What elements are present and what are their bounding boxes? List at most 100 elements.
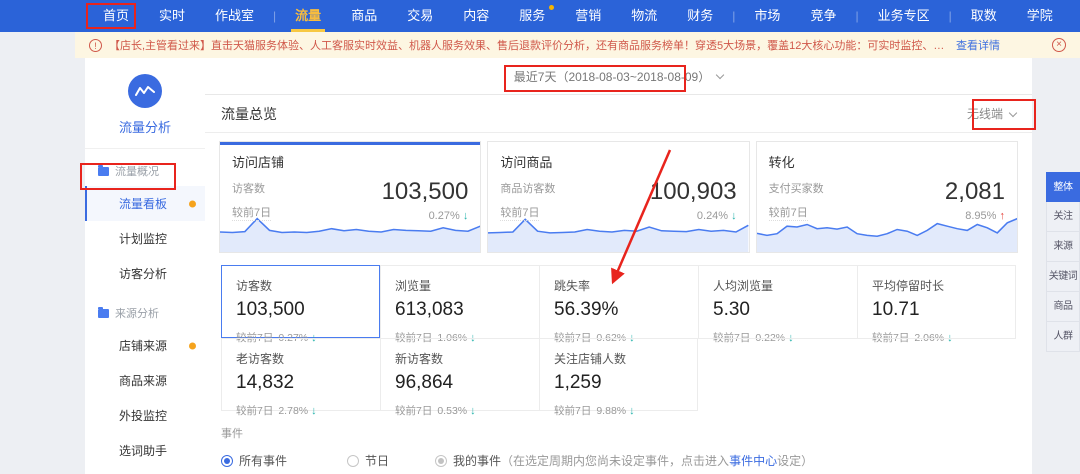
trend-arrow-icon: ↓ <box>311 405 317 417</box>
orange-dot-icon <box>189 200 196 207</box>
sidebar-group-path: 路径分析 店内路径 流量去向 <box>85 468 205 474</box>
nav-item-market[interactable]: 市场 <box>739 0 795 32</box>
nav-divider: | <box>732 9 736 23</box>
notice-detail-link[interactable]: 查看详情 <box>956 37 1000 53</box>
panel-header: 流量总览 无线端 <box>205 95 1032 133</box>
metric-label: 商品访客数 <box>500 183 556 195</box>
tab-audience[interactable]: 人群 <box>1046 322 1080 352</box>
terminal-selector[interactable]: 无线端 <box>967 105 1018 122</box>
metric-cell-avg-stay-time[interactable]: 平均停留时长 10.71 较前7日 2.06% ↓ <box>857 265 1016 344</box>
notice-text: 【店长,主管看过来】直击天猫服务体验、人工客服实时效益、机器人服务效果、售后退款… <box>109 40 949 52</box>
metric-value: 2,081 <box>944 178 1005 205</box>
compare-label: 较前7日 <box>768 204 808 221</box>
info-icon <box>89 38 102 52</box>
sidebar-title: 流量分析 <box>118 120 171 135</box>
sidebar-item-plan-monitor[interactable]: 计划监控 <box>85 221 205 256</box>
trend-arrow-icon: ↓ <box>462 210 469 222</box>
nav-item-data-fetch[interactable]: 取数 <box>956 0 1012 32</box>
sidebar-item-traffic-dashboard[interactable]: 流量看板 <box>85 186 205 221</box>
card-title: 访问店铺 <box>232 155 285 170</box>
compare-label: 较前7日 <box>232 204 272 221</box>
tab-overall[interactable]: 整体 <box>1046 172 1080 202</box>
nav-item-finance[interactable]: 财务 <box>672 0 728 32</box>
metrics-grid: 访客数 103,500 较前7日 0.27% ↓ 浏览量 613,083 较前7日 1.0… <box>221 265 1016 417</box>
metric-value: 100,903 <box>649 178 737 205</box>
radio-unselected-icon <box>347 454 360 467</box>
nav-item-realtime[interactable]: 实时 <box>144 0 200 32</box>
trend-arrow-icon: ↓ <box>629 405 635 417</box>
nav-item-competition[interactable]: 竞争 <box>795 0 851 32</box>
card-title: 转化 <box>768 155 795 170</box>
overview-card-visit-goods[interactable]: 访问商品 商品访客数 较前7日 100,903 0.24% ↓ <box>487 141 750 253</box>
overview-card-conversion[interactable]: 转化 支付买家数 较前7日 2,081 8.95% ↑ <box>755 141 1018 253</box>
tab-goods[interactable]: 商品 <box>1046 292 1080 322</box>
overview-cards-row: 访问店铺 访客数 较前7日 103,500 0.27% ↓ 访问商品 商品访客数… <box>205 133 1032 253</box>
page-title: 流量总览 <box>221 105 277 122</box>
nav-item-home[interactable]: 首页 <box>88 0 144 32</box>
radio-holidays[interactable]: 节日 <box>347 452 389 469</box>
radio-my-events[interactable]: 我的事件 <box>435 452 501 469</box>
main-panel: 流量总览 无线端 访问店铺 访客数 较前7日 103,500 0.27% ↓ 访… <box>205 95 1032 474</box>
metric-cell-new-visitors[interactable]: 新访客数 96,864 较前7日 0.53% ↓ <box>380 338 539 417</box>
radio-selected-icon <box>221 454 233 467</box>
radio-all-events[interactable]: 所有事件 <box>221 452 287 469</box>
metric-cell-pv-per-visitor[interactable]: 人均浏览量 5.30 较前7日 0.22% ↓ <box>698 265 857 344</box>
sidebar-item-goods-source[interactable]: 商品来源 <box>85 363 205 398</box>
nav-item-content[interactable]: 内容 <box>448 0 504 32</box>
nav-item-business-zone[interactable]: 业务专区 <box>863 0 945 32</box>
tab-follow[interactable]: 关注 <box>1046 202 1080 232</box>
chevron-down-icon <box>1008 108 1018 118</box>
sidebar: 流量分析 流量概况 流量看板 计划监控 访客分析 来源分析 店铺来源 商品来源 … <box>85 58 205 474</box>
nav-item-logistics[interactable]: 物流 <box>616 0 672 32</box>
overview-card-visit-shop[interactable]: 访问店铺 访客数 较前7日 103,500 0.27% ↓ <box>219 141 482 253</box>
metric-change: 0.24% ↓ <box>696 210 737 222</box>
sidebar-group-header: 来源分析 <box>85 297 205 328</box>
nav-item-academy[interactable]: 学院 <box>1012 0 1068 32</box>
metric-label: 访客数 <box>232 183 265 195</box>
nav-item-marketing[interactable]: 营销 <box>560 0 616 32</box>
sidebar-group-source: 来源分析 店铺来源 商品来源 外投监控 选词助手 <box>85 291 205 468</box>
metric-cell-bounce-rate[interactable]: 跳失率 56.39% 较前7日 0.62% ↓ <box>539 265 698 344</box>
notice-bar: 【店长,主管看过来】直击天猫服务体验、人工客服实时效益、机器人服务效果、售后退款… <box>75 32 1080 58</box>
nav-item-service[interactable]: 服务 <box>504 0 560 32</box>
metric-cell-shop-followers[interactable]: 关注店铺人数 1,259 较前7日 9.88% ↓ <box>539 338 698 417</box>
nav-item-war-room[interactable]: 作战室 <box>200 0 269 32</box>
card-title: 访问商品 <box>500 155 553 170</box>
metric-cell-empty <box>698 338 857 411</box>
metric-cell-empty <box>857 338 1016 411</box>
events-note: （在选定周期内您尚未设定事件，点击进入事件中心设定） <box>501 454 814 468</box>
nav-item-trade[interactable]: 交易 <box>392 0 448 32</box>
nav-divider: | <box>948 9 952 23</box>
traffic-analysis-icon <box>128 74 162 108</box>
sidebar-item-visitor-analysis[interactable]: 访客分析 <box>85 256 205 291</box>
tab-source[interactable]: 来源 <box>1046 232 1080 262</box>
date-range-bar: 最近7天（2018-08-03~2018-08-09） <box>205 58 1032 95</box>
sidebar-group-overview: 流量概况 流量看板 计划监控 访客分析 <box>85 149 205 291</box>
events-label: 事件 <box>221 428 243 440</box>
folder-icon <box>98 306 109 318</box>
trend-arrow-icon: ↑ <box>999 210 1005 222</box>
metric-change: 0.27% ↓ <box>428 210 469 222</box>
tab-keywords[interactable]: 关键词 <box>1046 262 1080 292</box>
sidebar-item-shop-source[interactable]: 店铺来源 <box>85 328 205 363</box>
nav-item-traffic[interactable]: 流量 <box>280 0 336 32</box>
metric-cell-pageviews[interactable]: 浏览量 613,083 较前7日 1.06% ↓ <box>380 265 539 344</box>
trend-arrow-icon: ↓ <box>470 405 476 417</box>
event-center-link[interactable]: 事件中心 <box>729 454 777 468</box>
sidebar-item-keyword-helper[interactable]: 选词助手 <box>85 433 205 468</box>
metric-change: 8.95% ↑ <box>965 210 1005 222</box>
sidebar-item-external-monitor[interactable]: 外投监控 <box>85 398 205 433</box>
events-section: 事件 所有事件 节日 我的事件 （在选定周期内您尚未设定事件，点击进入事件中心设… <box>221 425 1016 469</box>
metric-cell-returning-visitors[interactable]: 老访客数 14,832 较前7日 2.78% ↓ <box>221 338 380 417</box>
radio-disabled-icon <box>435 454 448 467</box>
close-icon[interactable] <box>1052 38 1066 52</box>
sidebar-header: 流量分析 <box>85 58 205 149</box>
orange-dot-icon <box>189 342 196 349</box>
nav-divider: | <box>273 9 277 23</box>
metric-cell-visitors[interactable]: 访客数 103,500 较前7日 0.27% ↓ <box>221 265 380 344</box>
date-range-selector[interactable]: 最近7天（2018-08-03~2018-08-09） <box>514 68 710 85</box>
nav-divider: | <box>855 9 859 23</box>
notification-dot-icon <box>549 5 555 10</box>
top-nav: 首页 实时 作战室 | 流量 商品 交易 内容 服务 营销 物流 财务 | 市场… <box>0 0 1080 32</box>
nav-item-goods[interactable]: 商品 <box>336 0 392 32</box>
